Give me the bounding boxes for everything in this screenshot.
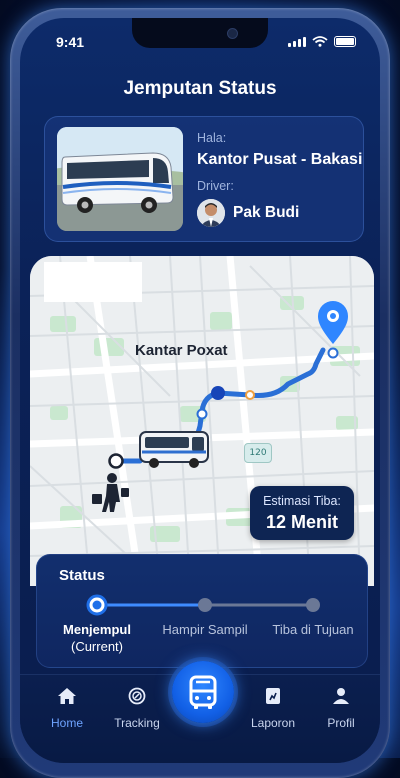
status-step-1-label: Menjempul	[63, 622, 131, 637]
status-step-2: Hampir Sampil	[162, 622, 248, 637]
notch	[132, 18, 268, 48]
nav-item-tracking[interactable]: Tracking	[102, 687, 172, 730]
status-icons	[288, 36, 356, 47]
tracking-icon	[128, 687, 146, 705]
bus-photo	[57, 127, 183, 231]
bottom-navigation: Home Tracking Laporon Profil	[20, 661, 380, 763]
eta-card: Estimasi Tiba: 12 Menit	[250, 486, 354, 540]
status-title: Status	[59, 567, 105, 584]
nav-item-report[interactable]: Laporon	[238, 687, 308, 730]
status-step-3: Tiba di Tujuan	[272, 622, 354, 637]
wifi-icon	[312, 36, 328, 47]
nav-label-profile: Profil	[327, 716, 355, 730]
status-step-1: Menjempul (Current)	[57, 621, 137, 655]
center-bus-button[interactable]	[172, 661, 234, 723]
status-panel: Status Menjempul (Current) Hampir Sampil…	[36, 554, 368, 668]
bus-map-icon	[139, 431, 209, 468]
page-title: Jemputan Status	[123, 78, 277, 99]
battery-icon	[334, 36, 356, 47]
map-view[interactable]: Kantar Poxat 120 Estimasi Tiba: 12 Menit	[30, 256, 374, 586]
ride-info-card[interactable]: Hala: Kantor Pusat - Bakasi Driver: Pak …	[44, 116, 364, 242]
nav-label-tracking: Tracking	[114, 716, 160, 730]
profile-icon	[333, 688, 349, 704]
eta-label: Estimasi Tiba:	[263, 494, 341, 508]
home-icon	[58, 688, 76, 704]
app-screen: 9:41 Jemputan Status Hala: Kantor Pusat …	[20, 18, 380, 763]
nav-label-home: Home	[50, 716, 83, 730]
nav-label-report: Laporon	[250, 716, 296, 730]
map-place-label: Kantar Poxat	[135, 342, 228, 359]
destination-label: Hala:	[197, 131, 227, 145]
nav-item-profile[interactable]: Profil	[306, 687, 376, 730]
status-time: 9:41	[56, 34, 85, 50]
bus-icon	[189, 675, 217, 709]
status-step-1-sublabel: (Current)	[70, 639, 123, 654]
driver-name: Pak Budi	[233, 204, 300, 221]
destination-value: Kantor Pusat - Bakasi	[197, 151, 363, 168]
camera-icon	[227, 28, 238, 39]
signal-icon	[288, 37, 306, 47]
driver-avatar	[197, 199, 225, 227]
eta-value: 12 Menit	[265, 512, 339, 532]
driver-label: Driver:	[197, 179, 234, 193]
map-overlay-box	[44, 262, 142, 302]
nav-item-home[interactable]: Home	[32, 687, 102, 730]
road-number-badge: 120	[244, 443, 272, 463]
report-icon	[266, 688, 280, 704]
